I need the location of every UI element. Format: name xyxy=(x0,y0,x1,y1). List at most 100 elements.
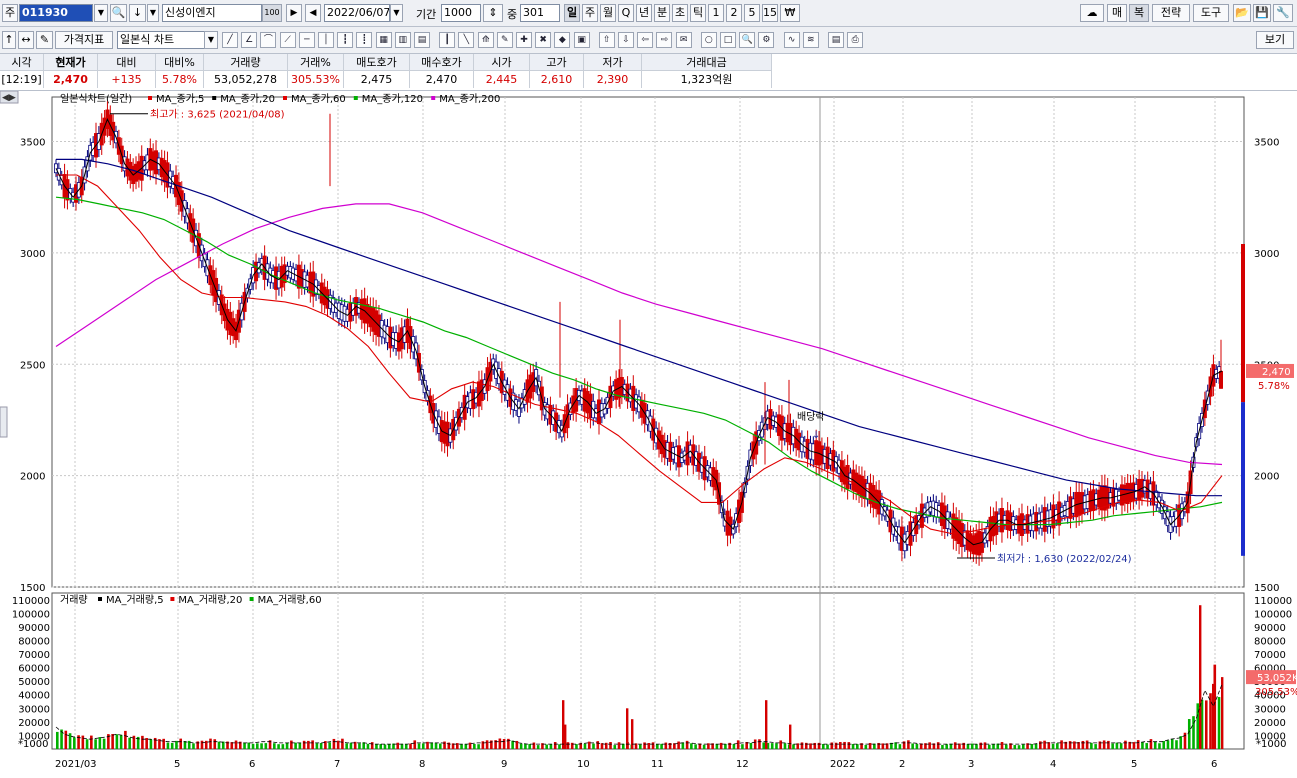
volume-bar xyxy=(285,742,289,749)
grid2-tool-icon[interactable]: ┋ xyxy=(356,32,373,48)
stock-name-field[interactable]: 신성이엔지 xyxy=(162,4,262,22)
period-tab-12[interactable]: ₩ xyxy=(780,4,800,22)
period-spin-button[interactable]: ⇕ xyxy=(483,4,503,22)
period-tab-8[interactable]: 1 xyxy=(708,4,724,22)
volume-bar xyxy=(987,744,991,749)
cloud-button[interactable]: ☁ xyxy=(1080,4,1104,22)
volume-bar xyxy=(1141,742,1144,749)
arrow-up-button[interactable]: ↑ xyxy=(2,31,16,49)
vline-tool-icon[interactable]: │ xyxy=(318,32,334,48)
volume-bar xyxy=(498,738,502,749)
volume-bar xyxy=(98,737,102,749)
grid5-tool-icon[interactable]: ▤ xyxy=(414,32,430,48)
market-selector[interactable]: 주 xyxy=(2,4,18,22)
period-tab-1[interactable]: 주 xyxy=(582,4,598,22)
expand-button[interactable]: ↔ xyxy=(18,31,34,49)
cross-tool-icon[interactable]: ✚ xyxy=(516,32,532,48)
grid1-tool-icon[interactable]: ┇ xyxy=(337,32,354,48)
print-tool-icon[interactable]: ⎙ xyxy=(847,32,864,48)
candle-tool-icon[interactable]: ┃ xyxy=(439,32,456,48)
candlestick-chart[interactable]: ◀▶ 2021/03 5 6 7 8 9 10 11 12 2022 2 3 4 5 6 1500 1500 200… xyxy=(0,90,1297,775)
calc-tool-icon[interactable]: ▤ xyxy=(828,32,844,48)
grid4-tool-icon[interactable]: ▥ xyxy=(394,32,411,48)
erase-tool-icon[interactable]: ✖ xyxy=(535,32,552,48)
sort-button[interactable]: ↓ xyxy=(129,4,146,22)
left-tool-icon[interactable]: ⇦ xyxy=(637,32,654,48)
x-axis-label: 3 xyxy=(968,759,974,770)
pitchfork-tool-icon[interactable]: ⟰ xyxy=(477,32,494,48)
open-button[interactable]: 📂 xyxy=(1233,4,1251,22)
volume-bar xyxy=(413,740,417,749)
next-button[interactable]: ▶ xyxy=(286,4,302,22)
right-tool-icon[interactable]: ⇨ xyxy=(656,32,673,48)
line-tool-icon[interactable]: ╱ xyxy=(222,32,238,48)
volume-bar xyxy=(656,743,659,749)
quote-value-1: 2,470 xyxy=(44,71,98,88)
prev-button[interactable]: ◀ xyxy=(305,4,321,22)
arrow-up-icon: ↑ xyxy=(4,33,14,46)
period-tab-11[interactable]: 15 xyxy=(762,4,778,22)
settings-button[interactable]: 🔧 xyxy=(1273,4,1293,22)
date-dropdown-button[interactable]: ▼ xyxy=(390,4,403,22)
sort-dropdown-button[interactable]: ▼ xyxy=(147,4,159,22)
quote-header-0: 시각 xyxy=(0,54,44,71)
date-field[interactable]: 2022/06/07 xyxy=(324,4,390,22)
volume-bar xyxy=(277,744,280,749)
channel-tool-icon[interactable]: ╲ xyxy=(458,32,475,48)
period-tab-7[interactable]: 틱 xyxy=(690,4,706,22)
down-tool-icon[interactable]: ⇩ xyxy=(618,32,634,48)
chart-type-select[interactable]: 일본식 차트 xyxy=(117,31,205,49)
volume-tick-left: 60000 xyxy=(18,664,50,675)
period-input[interactable]: 1000 xyxy=(441,4,481,22)
high-annotation: 최고가 : 3,625 (2021/04/08) xyxy=(150,109,285,121)
gear-tool-icon[interactable]: ⚙ xyxy=(758,32,775,48)
chart-type-dropdown[interactable]: ▼ xyxy=(204,31,218,49)
chart-area[interactable]: ◀▶ 2021/03 5 6 7 8 9 10 11 12 2022 2 3 4 5 6 1500 1500 200… xyxy=(0,90,1297,775)
compound-button[interactable]: 복 xyxy=(1129,4,1149,22)
save-button[interactable]: 💾 xyxy=(1253,4,1271,22)
zoom-tool-icon[interactable]: 🔍 xyxy=(739,32,756,48)
view-button[interactable]: 보기 xyxy=(1256,31,1294,49)
volume-bar xyxy=(341,738,344,749)
note-tool-icon[interactable]: ✉ xyxy=(675,32,692,48)
period-tab-5[interactable]: 분 xyxy=(654,4,670,22)
fan-tool-icon[interactable]: ⟋ xyxy=(279,32,296,48)
volume-bar xyxy=(1030,743,1034,749)
volume-bar xyxy=(460,744,463,749)
arc-tool-icon[interactable]: ⌒ xyxy=(260,32,277,48)
grid3-tool-icon[interactable]: ▦ xyxy=(375,32,392,48)
strategy-menu[interactable]: 전략 xyxy=(1152,4,1190,22)
volume-bar xyxy=(762,742,766,749)
name-badge: 100 xyxy=(262,4,282,22)
quote-header-7: 매수호가 xyxy=(410,54,474,71)
wave-tool-icon[interactable]: ∿ xyxy=(783,32,800,48)
period-tab-6[interactable]: 초 xyxy=(672,4,688,22)
quote-value-5: 305.53% xyxy=(288,71,344,88)
period-tab-9[interactable]: 2 xyxy=(726,4,742,22)
fill-tool-icon[interactable]: ◆ xyxy=(554,32,571,48)
stock-code-input[interactable]: 011930 xyxy=(19,4,93,22)
period-tab-10[interactable]: 5 xyxy=(744,4,760,22)
buy-sell-button[interactable]: 매 xyxy=(1107,4,1127,22)
pen-tool-icon[interactable]: ✎ xyxy=(496,32,513,48)
period-tab-2[interactable]: 월 xyxy=(600,4,616,22)
search-button[interactable]: 🔍 xyxy=(110,4,127,22)
indicator-button[interactable]: 가격지표 xyxy=(55,31,113,49)
rect-tool-icon[interactable]: □ xyxy=(720,32,736,48)
price-tick-right: 3500 xyxy=(1254,138,1279,149)
period-tab-4[interactable]: 년 xyxy=(636,4,652,22)
count-input[interactable]: 301 xyxy=(520,4,560,22)
angle-tool-icon[interactable]: ∠ xyxy=(241,32,258,48)
circle-tool-icon[interactable]: ○ xyxy=(700,32,717,48)
hline-tool-icon[interactable]: ─ xyxy=(298,32,315,48)
legend-swatch xyxy=(170,597,175,601)
box-tool-icon[interactable]: ▣ xyxy=(573,32,590,48)
up-tool-icon[interactable]: ⇧ xyxy=(598,32,615,48)
period-tab-3[interactable]: Q xyxy=(618,4,634,22)
tools-menu[interactable]: 도구 xyxy=(1193,4,1229,22)
wave2-tool-icon[interactable]: ≋ xyxy=(802,32,819,48)
edit-button[interactable]: ✎ xyxy=(36,31,53,49)
quote-header-10: 저가 xyxy=(584,54,642,71)
code-dropdown-button[interactable]: ▼ xyxy=(94,4,108,22)
period-tab-0[interactable]: 일 xyxy=(564,4,580,22)
